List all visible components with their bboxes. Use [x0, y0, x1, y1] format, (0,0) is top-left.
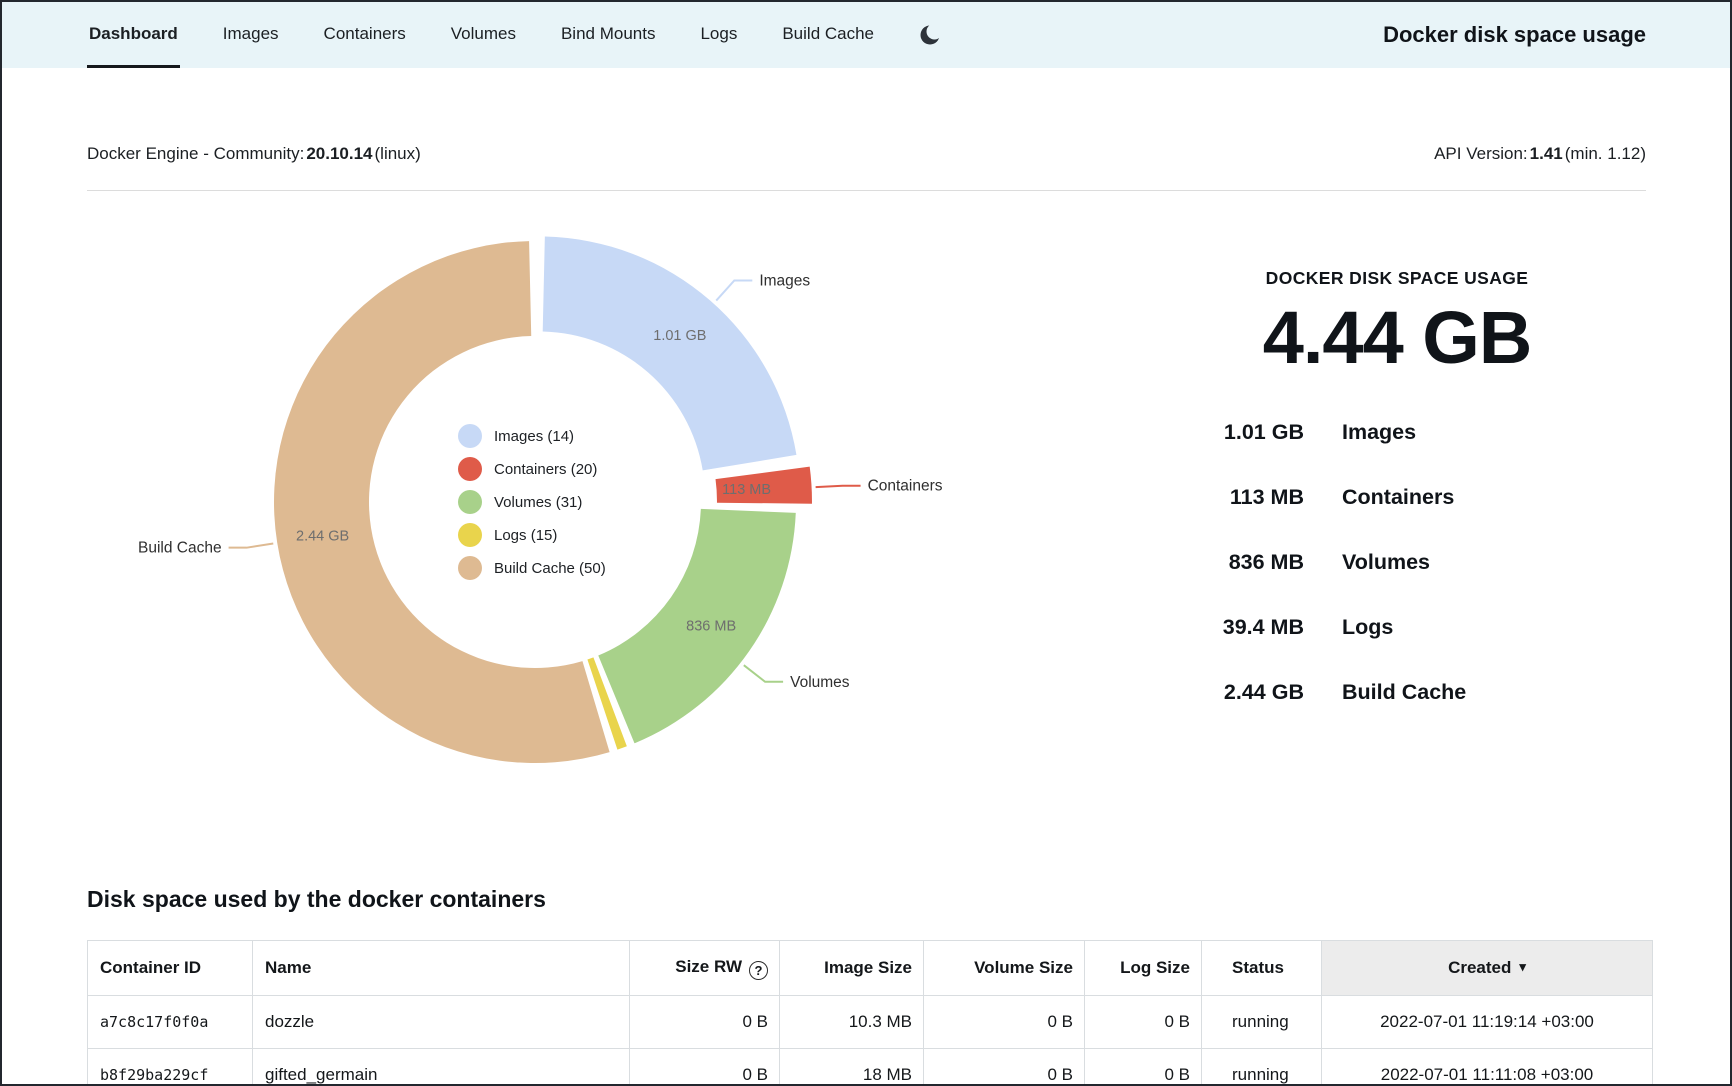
usage-row-volumes: 836 MB Volumes — [1182, 530, 1612, 595]
legend-label-logs: Logs (15) — [494, 527, 557, 544]
image-size-cell: 18 MB — [780, 1049, 924, 1086]
callout-label-volumes: Volumes — [790, 674, 850, 691]
status-cell: running — [1202, 996, 1322, 1049]
tab-volumes[interactable]: Volumes — [449, 2, 518, 68]
callout-label-build-cache: Build Cache — [138, 540, 222, 557]
created-cell: 2022-07-01 11:11:08 +03:00 — [1322, 1049, 1653, 1086]
usage-label: Build Cache — [1342, 680, 1466, 705]
callout-line-containers — [816, 486, 861, 487]
log-size-cell: 0 B — [1085, 996, 1202, 1049]
callout-line-images — [716, 280, 752, 300]
usage-summary-title: DOCKER DISK SPACE USAGE — [1182, 268, 1612, 289]
tab-images[interactable]: Images — [221, 2, 281, 68]
created-cell: 2022-07-01 11:19:14 +03:00 — [1322, 996, 1653, 1049]
engine-label: Docker Engine - Community: — [87, 144, 304, 163]
column-header-image-size[interactable]: Image Size — [780, 941, 924, 996]
engine-version: 20.10.14 — [306, 144, 372, 163]
callout-label-containers: Containers — [868, 478, 943, 495]
table-header-row: Container IDNameSize RW?Image SizeVolume… — [88, 941, 1653, 996]
legend-label-containers: Containers (20) — [494, 461, 597, 478]
column-header-name[interactable]: Name — [253, 941, 630, 996]
container-id-cell: b8f29ba229cf — [88, 1049, 253, 1086]
container-row: b8f29ba229cfgifted_germain0 B18 MB0 B0 B… — [88, 1049, 1653, 1086]
api-version-min: (min. 1.12) — [1565, 144, 1646, 163]
column-header-log-size[interactable]: Log Size — [1085, 941, 1202, 996]
volume-size-cell: 0 B — [924, 1049, 1085, 1086]
engine-os: (linux) — [375, 144, 421, 163]
status-cell: running — [1202, 1049, 1322, 1086]
divider — [87, 190, 1646, 191]
usage-value: 836 MB — [1182, 550, 1304, 575]
column-header-volume-size[interactable]: Volume Size — [924, 941, 1085, 996]
api-version-label: API Version: — [1434, 144, 1528, 163]
usage-label: Images — [1342, 420, 1416, 445]
sort-desc-icon: ▾ — [1519, 959, 1526, 974]
api-version-value: 1.41 — [1530, 144, 1563, 163]
usage-summary: DOCKER DISK SPACE USAGE 4.44 GB 1.01 GB I… — [1182, 268, 1612, 725]
legend-dot-volumes — [458, 490, 482, 514]
containers-section-heading: Disk space used by the docker containers — [87, 886, 546, 913]
disk-usage-donut-chart: 1.01 GB 113 MB 836 MB 2.44 GB Images Containe… — [102, 224, 982, 794]
column-header-status[interactable]: Status — [1202, 941, 1322, 996]
page-title: Docker disk space usage — [1383, 2, 1646, 68]
container-row: a7c8c17f0f0adozzle0 B10.3 MB0 B0 Brunnin… — [88, 996, 1653, 1049]
tab-bind-mounts[interactable]: Bind Mounts — [559, 2, 658, 68]
callout-label-images: Images — [759, 272, 810, 289]
size-rw-cell: 0 B — [630, 996, 780, 1049]
usage-row-logs: 39.4 MB Logs — [1182, 595, 1612, 660]
tab-build-cache[interactable]: Build Cache — [780, 2, 876, 68]
usage-value: 1.01 GB — [1182, 420, 1304, 445]
usage-row-build-cache: 2.44 GB Build Cache — [1182, 660, 1612, 725]
legend-dot-images — [458, 424, 482, 448]
usage-value: 113 MB — [1182, 485, 1304, 510]
column-header-size-rw[interactable]: Size RW? — [630, 941, 780, 996]
tab-bar: Dashboard Images Containers Volumes Bind Mou… — [87, 2, 917, 68]
usage-breakdown-list: 1.01 GB Images 113 MB Containers 836 MB Volum… — [1182, 400, 1612, 725]
engine-info: Docker Engine - Community:20.10.14(linux… — [87, 144, 421, 164]
name-cell: gifted_germain — [253, 1049, 630, 1086]
legend-dot-build-cache — [458, 556, 482, 580]
column-header-created[interactable]: Created▾ — [1322, 941, 1653, 996]
volume-size-cell: 0 B — [924, 996, 1085, 1049]
legend-dot-logs — [458, 523, 482, 547]
legend-label-volumes: Volumes (31) — [494, 494, 582, 511]
slice-size-label: 836 MB — [686, 618, 736, 634]
legend-dot-containers — [458, 457, 482, 481]
help-icon[interactable]: ? — [749, 961, 768, 980]
tab-logs[interactable]: Logs — [698, 2, 739, 68]
slice-size-label: 1.01 GB — [653, 328, 706, 344]
dark-mode-toggle[interactable] — [919, 2, 943, 68]
usage-label: Logs — [1342, 615, 1393, 640]
legend-label-images: Images (14) — [494, 428, 574, 445]
usage-value: 2.44 GB — [1182, 680, 1304, 705]
usage-row-images: 1.01 GB Images — [1182, 400, 1612, 465]
containers-table: Container IDNameSize RW?Image SizeVolume… — [87, 940, 1653, 1086]
log-size-cell: 0 B — [1085, 1049, 1202, 1086]
slice-size-label: 2.44 GB — [296, 528, 349, 544]
slice-size-label: 113 MB — [722, 482, 771, 498]
usage-label: Containers — [1342, 485, 1454, 510]
tab-containers[interactable]: Containers — [322, 2, 408, 68]
usage-label: Volumes — [1342, 550, 1430, 575]
callout-line-volumes — [744, 665, 783, 682]
name-cell: dozzle — [253, 996, 630, 1049]
tab-dashboard[interactable]: Dashboard — [87, 2, 180, 68]
top-nav: Dashboard Images Containers Volumes Bind Mou… — [2, 2, 1730, 68]
legend-label-build-cache: Build Cache (50) — [494, 560, 606, 577]
column-header-container-id[interactable]: Container ID — [88, 941, 253, 996]
size-rw-cell: 0 B — [630, 1049, 780, 1086]
container-id-cell: a7c8c17f0f0a — [88, 996, 253, 1049]
app-window: Dashboard Images Containers Volumes Bind Mou… — [0, 0, 1732, 1086]
total-disk-usage: 4.44 GB — [1182, 295, 1612, 380]
callout-line-build-cache — [229, 543, 274, 547]
image-size-cell: 10.3 MB — [780, 996, 924, 1049]
api-version-info: API Version:1.41(min. 1.12) — [1434, 144, 1646, 164]
usage-row-containers: 113 MB Containers — [1182, 465, 1612, 530]
moon-icon — [919, 23, 943, 47]
usage-value: 39.4 MB — [1182, 615, 1304, 640]
